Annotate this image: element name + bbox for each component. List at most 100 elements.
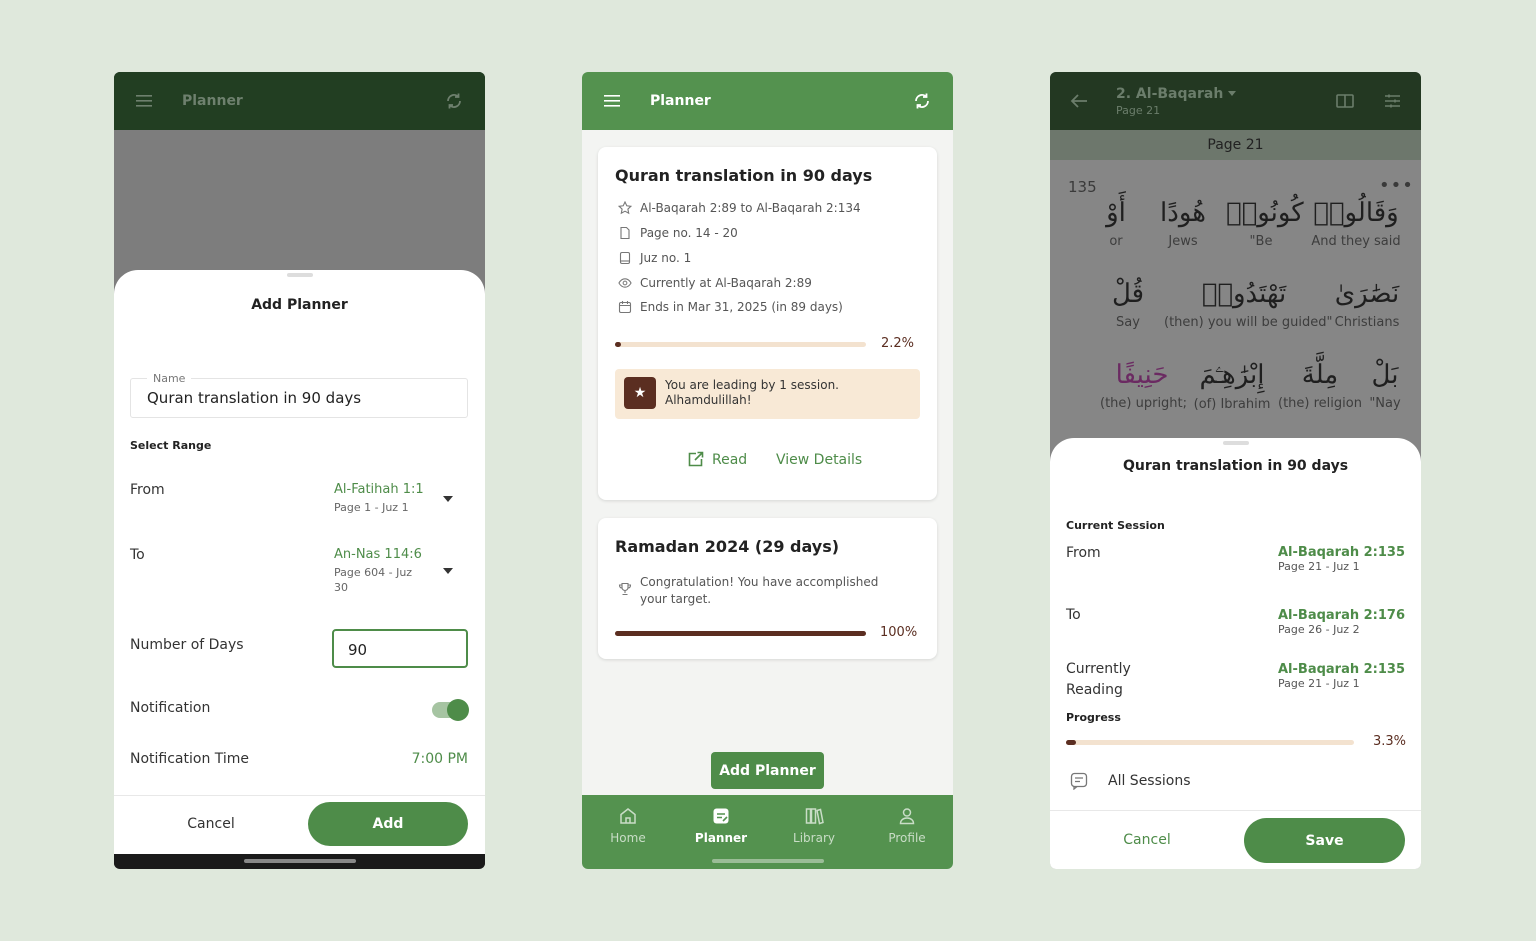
add-planner-screen: Planner Add Planner Name Quran translati… <box>114 72 485 869</box>
trophy-icon <box>618 582 632 596</box>
page-icon <box>618 226 632 240</box>
days-label: Number of Days <box>130 637 244 653</box>
settings-sliders-icon[interactable] <box>1384 93 1401 109</box>
days-input[interactable]: 90 <box>332 629 468 668</box>
name-label: Name <box>147 372 192 385</box>
star-icon <box>618 201 632 215</box>
sheet-handle[interactable] <box>1222 441 1249 445</box>
bottom-nav: Home Planner Library Profile <box>582 795 953 869</box>
tab-home[interactable]: Home <box>582 805 674 845</box>
tab-planner[interactable]: Planner <box>675 805 767 845</box>
current-sub: Page 21 - Juz 1 <box>1278 677 1360 690</box>
all-sessions-button[interactable]: All Sessions <box>1070 772 1191 790</box>
word-item[interactable]: كُونُوا۟ "Be <box>1226 198 1304 249</box>
save-button[interactable]: Save <box>1244 818 1405 863</box>
word-item[interactable]: حَنِيفًا (the) upright; <box>1100 360 1187 411</box>
from-sub: Page 21 - Juz 1 <box>1278 560 1360 573</box>
chevron-down-icon[interactable] <box>443 496 453 502</box>
current-row: Currently at Al-Baqarah 2:89 <box>618 276 812 290</box>
progress-bar <box>615 342 866 347</box>
add-button[interactable]: Add <box>308 802 468 846</box>
from-select[interactable]: Al-Fatihah 1:1 Page 1 - Juz 1 <box>334 482 444 515</box>
word-item[interactable]: وَقَالُوا۟ And they said <box>1308 198 1404 249</box>
pages-row: Page no. 14 - 20 <box>618 226 738 240</box>
app-bar: Planner <box>582 72 953 130</box>
banner-text: You are leading by 1 session. Alhamdulil… <box>665 378 839 407</box>
tab-label: Library <box>793 831 835 845</box>
surah-selector[interactable]: 2. Al-Baqarah Page 21 <box>1116 85 1237 117</box>
home-indicator[interactable] <box>711 859 824 863</box>
read-label: Read <box>712 451 748 468</box>
book-view-icon[interactable] <box>1336 93 1354 109</box>
surah-page: Page 21 <box>1116 103 1161 117</box>
tab-profile[interactable]: Profile <box>861 805 953 845</box>
sheet-title: Quran translation in 90 days <box>1122 458 1349 474</box>
add-planner-button[interactable]: Add Planner <box>711 752 824 789</box>
reader-session-screen: 2. Al-Baqarah Page 21 Page 21 135 ••• أَ… <box>1050 72 1421 869</box>
from-value: Al-Fatihah 1:1 <box>334 482 424 497</box>
range-text: Al-Baqarah 2:89 to Al-Baqarah 2:134 <box>640 201 861 215</box>
profile-icon <box>861 805 953 827</box>
from-label: From <box>130 482 165 498</box>
notification-toggle[interactable] <box>432 699 469 721</box>
progress-percent: 2.2% <box>881 336 915 351</box>
calendar-icon <box>618 300 632 314</box>
name-field[interactable]: Name Quran translation in 90 days <box>130 372 468 418</box>
progress-fill <box>615 342 621 347</box>
to-select[interactable]: An-Nas 114:6 Page 604 - Juz 30 <box>334 547 428 595</box>
current-value: Al-Baqarah 2:135 <box>1278 662 1406 677</box>
surah-title: 2. Al-Baqarah <box>1116 85 1224 102</box>
cancel-button[interactable]: Cancel <box>1090 818 1204 862</box>
word-item[interactable]: بَلْ "Nay <box>1365 360 1405 411</box>
chevron-down-icon[interactable] <box>443 568 453 574</box>
to-value: An-Nas 114:6 <box>334 547 422 562</box>
read-button[interactable]: Read <box>687 451 747 468</box>
word-item[interactable]: إِبْرَٰهِـۧمَ (of) Ibrahim <box>1190 360 1274 412</box>
ends-text: Ends in Mar 31, 2025 (in 89 days) <box>640 300 843 314</box>
progress-fill <box>1066 740 1076 745</box>
currently-reading-label: Currently Reading <box>1066 661 1131 698</box>
word-item[interactable]: قُلْ Say <box>1100 279 1156 330</box>
to-sub: Page 604 - Juz 30 <box>334 566 413 594</box>
planner-card[interactable]: Ramadan 2024 (29 days) Congratulation! Y… <box>598 518 937 659</box>
sync-icon[interactable] <box>445 92 463 110</box>
eye-icon <box>618 276 632 290</box>
tab-library[interactable]: Library <box>768 805 860 845</box>
menu-icon[interactable] <box>136 94 152 108</box>
current-text: Currently at Al-Baqarah 2:89 <box>640 276 812 290</box>
planner-title: Ramadan 2024 (29 days) <box>615 537 840 556</box>
cancel-button[interactable]: Cancel <box>154 802 268 846</box>
from-sub: Page 1 - Juz 1 <box>334 501 409 514</box>
current-value-block: Al-Baqarah 2:135 Page 21 - Juz 1 <box>1278 662 1405 690</box>
word-item[interactable]: تَهْتَدُوا۟ (then) you will be guided" <box>1164 279 1332 330</box>
word-item[interactable]: نَصَٰرَىٰ Christians <box>1330 279 1404 330</box>
more-icon[interactable]: ••• <box>1379 175 1414 196</box>
select-range-label: Select Range <box>130 439 212 452</box>
word-item[interactable]: أَوْ or <box>1088 198 1144 249</box>
all-sessions-label: All Sessions <box>1108 773 1191 789</box>
book-icon <box>618 251 632 265</box>
app-bar: Planner <box>114 72 485 130</box>
planner-icon <box>675 805 767 827</box>
word-item[interactable]: مِلَّةَ (the) religion <box>1278 360 1362 411</box>
to-value: Al-Baqarah 2:176 <box>1278 608 1406 623</box>
to-sub: Page 26 - Juz 2 <box>1278 623 1360 636</box>
notification-label: Notification <box>130 700 211 716</box>
planner-list-screen: Planner Quran translation in 90 days Al-… <box>582 72 953 869</box>
back-arrow-icon[interactable] <box>1070 93 1088 109</box>
tab-label: Planner <box>694 831 748 845</box>
tab-label: Home <box>610 831 646 845</box>
notification-time-value[interactable]: 7:00 PM <box>384 751 468 767</box>
sync-icon[interactable] <box>913 92 931 110</box>
menu-icon[interactable] <box>604 94 620 108</box>
home-indicator[interactable] <box>243 859 356 863</box>
list-icon <box>1070 772 1088 790</box>
planner-card[interactable]: Quran translation in 90 days Al-Baqarah … <box>598 147 937 500</box>
word-item[interactable]: هُودًا Jews <box>1150 198 1216 249</box>
view-details-button[interactable]: View Details <box>776 452 862 468</box>
system-nav-bar <box>114 854 485 868</box>
sheet-handle[interactable] <box>286 273 313 277</box>
page-title: Planner <box>182 93 243 109</box>
status-banner: ★ You are leading by 1 session. Alhamdul… <box>615 369 920 419</box>
library-icon <box>768 805 860 827</box>
